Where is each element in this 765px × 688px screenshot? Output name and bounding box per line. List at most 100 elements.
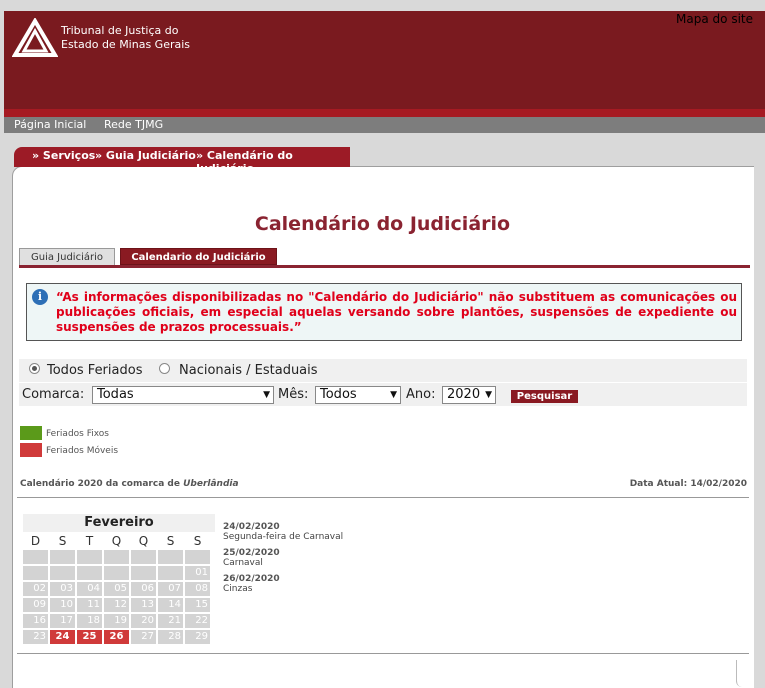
nav-home-link[interactable]: Página Inicial	[14, 118, 86, 131]
calendar-day: 02	[23, 582, 48, 596]
chevron-down-icon: ▼	[390, 390, 397, 400]
search-button[interactable]: Pesquisar	[511, 390, 578, 403]
holiday-item: 26/02/2020 Cinzas	[223, 574, 343, 594]
comarca-select[interactable]: Todas ▼	[92, 386, 274, 404]
calendar-empty-cell	[131, 566, 156, 580]
comarca-label: Comarca:	[22, 387, 85, 402]
ano-select[interactable]: 2020 ▼	[442, 386, 496, 404]
calendar-caption: Calendário 2020 da comarca de Uberlândia	[20, 479, 239, 489]
calendar-day: 12	[104, 598, 129, 612]
tab-calendario-judiciario[interactable]: Calendario do Judiciário	[120, 248, 277, 265]
calendar-empty-cell	[158, 566, 183, 580]
calendar-empty-cell	[23, 566, 48, 580]
weekday-label: Q	[111, 534, 122, 548]
site-header: Tribunal de Justiça do Estado de Minas G…	[4, 11, 765, 109]
breadcrumb: » Serviços » Guia Judiciário » Calendári…	[14, 147, 350, 175]
calendar-day: 09	[23, 598, 48, 612]
holiday-date: 24/02/2020	[223, 522, 280, 532]
tjmg-logo-icon[interactable]	[12, 18, 58, 58]
holiday-item: 24/02/2020 Segunda-feira de Carnaval	[223, 522, 343, 542]
calendar-day: 16	[23, 614, 48, 628]
weekday-label: S	[58, 534, 67, 548]
calendar-day: 14	[158, 598, 183, 612]
org-name-line2: Estado de Minas Gerais	[61, 38, 191, 51]
radio-nacionais-label[interactable]: Nacionais / Estaduais	[179, 363, 318, 378]
calendar-day: 13	[131, 598, 156, 612]
calendar-empty-cell	[131, 550, 156, 564]
calendar-day: 04	[77, 582, 102, 596]
holiday-name: Cinzas	[223, 584, 253, 594]
calendar-comarca: Uberlândia	[183, 479, 239, 489]
month-calendar: Fevereiro DSTQQSS 01 02 03 04 05 06 07 08 09 10 11…	[23, 514, 215, 645]
calendar-week: 23 24 25 26 27 28 29	[23, 630, 215, 645]
calendar-day-holiday[interactable]: 24	[50, 630, 75, 644]
chevron-down-icon: ▼	[485, 390, 492, 400]
calendar-day: 20	[131, 614, 156, 628]
calendar-caption-prefix: Calendário 2020 da comarca de	[20, 479, 180, 489]
mes-select[interactable]: Todos ▼	[315, 386, 401, 404]
weekday-label: S	[193, 534, 202, 548]
sitemap-link[interactable]: Mapa do site	[676, 12, 753, 26]
legend-fixos-swatch	[20, 426, 42, 440]
calendar-empty-cell	[77, 550, 102, 564]
calendar-day: 11	[77, 598, 102, 612]
calendar-empty-cell	[185, 550, 210, 564]
calendar-day: 21	[158, 614, 183, 628]
calendar-day: 27	[131, 630, 156, 644]
calendar-day: 22	[185, 614, 210, 628]
calendar-day: 28	[158, 630, 183, 644]
weekday-label: S	[166, 534, 175, 548]
holiday-date: 26/02/2020	[223, 574, 280, 584]
page-title: Calendário do Judiciário	[254, 213, 511, 235]
weekday-label: D	[30, 534, 41, 548]
radio-todos-label[interactable]: Todos Feriados	[47, 363, 142, 378]
weekday-label: T	[85, 534, 94, 548]
org-name-line1: Tribunal de Justiça do	[61, 24, 179, 37]
calendar-day: 10	[50, 598, 75, 612]
calendar-week: 01	[23, 566, 215, 581]
mes-label: Mês:	[278, 387, 309, 402]
divider	[17, 497, 749, 498]
legend-moveis-swatch	[20, 443, 42, 457]
comarca-select-value: Todas	[97, 387, 134, 402]
current-date: Data Atual: 14/02/2020	[629, 479, 747, 489]
weekday-label: Q	[138, 534, 149, 548]
chevron-down-icon: ▼	[263, 390, 270, 400]
calendar-day: 03	[50, 582, 75, 596]
calendar-week: 09 10 11 12 13 14 15	[23, 598, 215, 613]
calendar-weekday-header: DSTQQSS	[23, 533, 215, 549]
calendar-day: 29	[185, 630, 210, 644]
radio-nacionais-estaduais[interactable]	[159, 363, 170, 374]
holiday-list: 24/02/2020 Segunda-feira de Carnaval 25/02…	[223, 522, 343, 600]
mes-select-value: Todos	[320, 387, 357, 402]
calendar-week	[23, 550, 215, 565]
calendar-week: 16 17 18 19 20 21 22	[23, 614, 215, 629]
breadcrumb-calendario[interactable]: » Calendário do Judiciário	[196, 149, 350, 175]
tab-guia-judiciario[interactable]: Guia Judiciário	[19, 248, 115, 265]
calendar-day: 07	[158, 582, 183, 596]
radio-todos-feriados[interactable]	[29, 363, 40, 374]
calendar-day: 01	[185, 566, 210, 580]
calendar-empty-cell	[104, 550, 129, 564]
notice-box: i “As informações disponibilizadas no "C…	[26, 283, 742, 341]
calendar-day: 23	[23, 630, 48, 644]
calendar-day: 19	[104, 614, 129, 628]
breadcrumb-guia[interactable]: » Guia Judiciário	[95, 149, 196, 162]
legend-moveis-label: Feriados Móveis	[46, 446, 119, 456]
tab-underline	[19, 265, 750, 268]
calendar-day: 08	[185, 582, 210, 596]
holiday-name: Carnaval	[223, 558, 263, 568]
calendar-week: 02 03 04 05 06 07 08	[23, 582, 215, 597]
holiday-date: 25/02/2020	[223, 548, 280, 558]
breadcrumb-servicos[interactable]: » Serviços	[32, 149, 95, 162]
calendar-day: 05	[104, 582, 129, 596]
org-name[interactable]: Tribunal de Justiça do Estado de Minas G…	[61, 24, 190, 52]
nav-rede-link[interactable]: Rede TJMG	[104, 118, 163, 131]
calendar-empty-cell	[104, 566, 129, 580]
calendar-day: 06	[131, 582, 156, 596]
calendar-empty-cell	[23, 550, 48, 564]
calendar-day-holiday[interactable]: 26	[104, 630, 129, 644]
calendar-weeks: 01 02 03 04 05 06 07 08 09 10 11 12 13 14 15 16 17 18 19 20…	[23, 550, 215, 645]
holiday-item: 25/02/2020 Carnaval	[223, 548, 343, 568]
calendar-day-holiday[interactable]: 25	[77, 630, 102, 644]
